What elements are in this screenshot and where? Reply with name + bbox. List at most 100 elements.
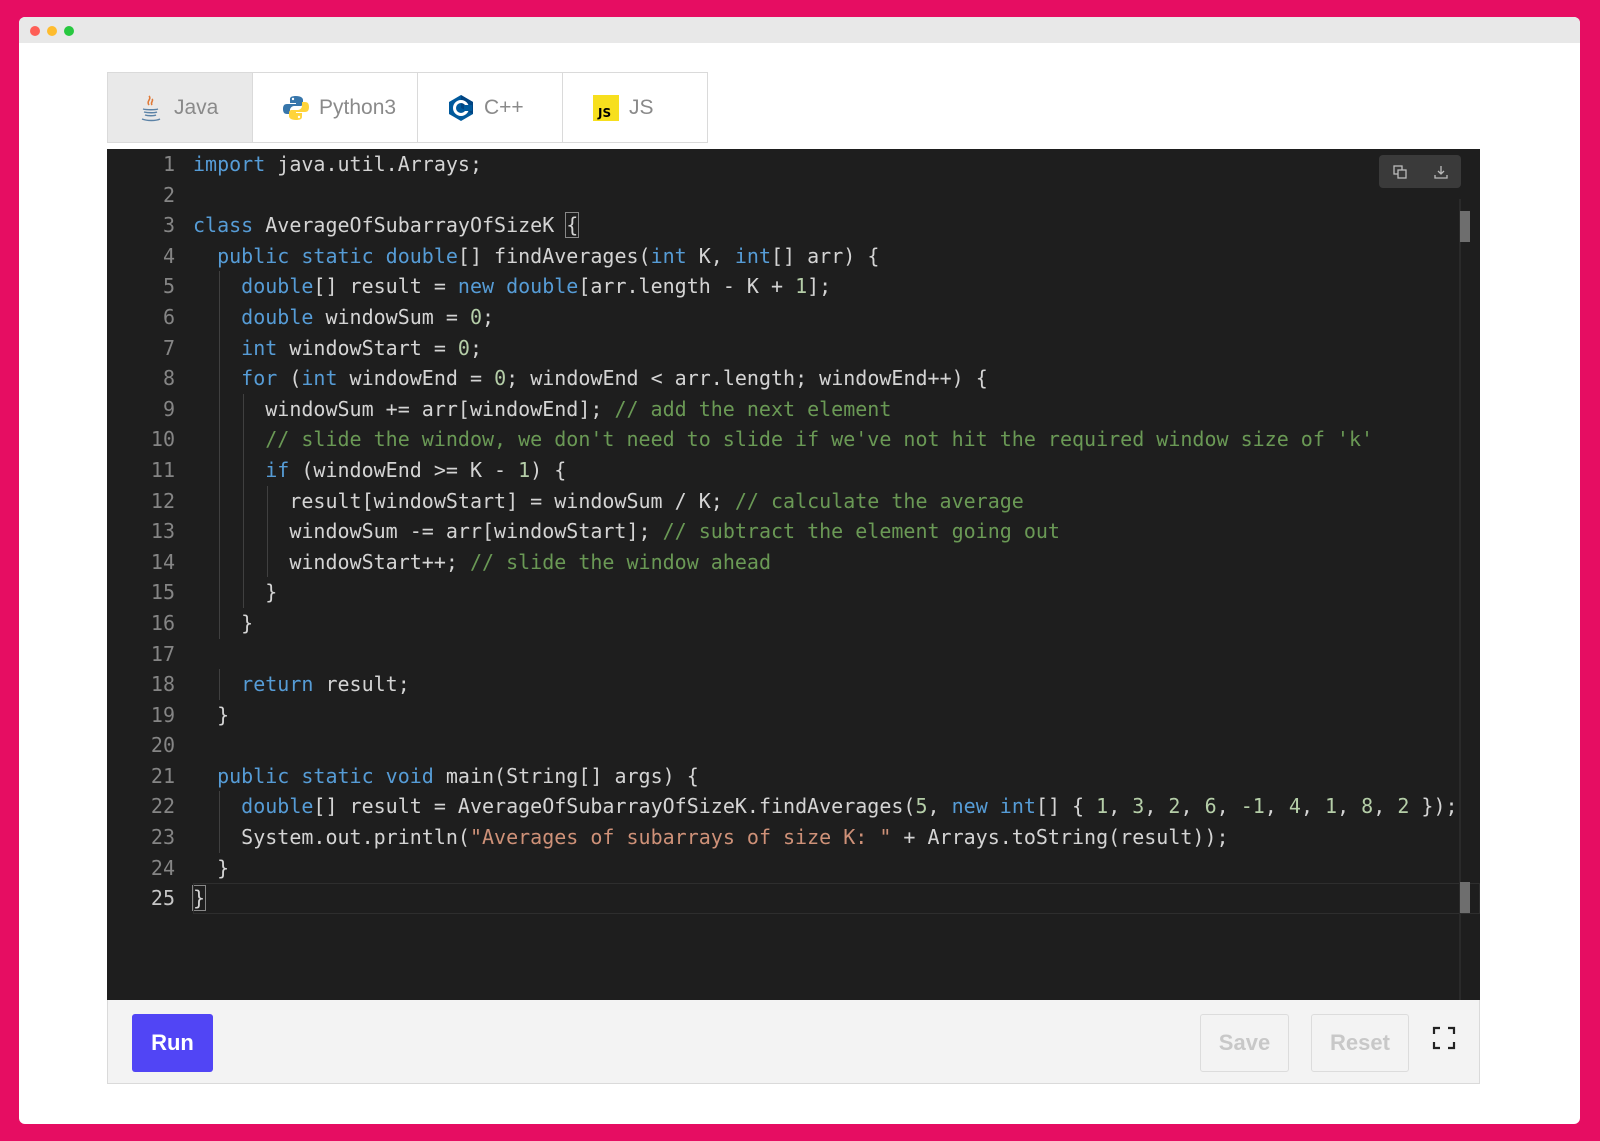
code-line[interactable]: } xyxy=(191,883,1480,914)
tab-cpp[interactable]: C++ xyxy=(417,72,563,143)
code-line[interactable] xyxy=(193,639,1480,670)
code-line[interactable]: result[windowStart] = windowSum / K; // … xyxy=(193,485,1480,517)
maximize-window-icon[interactable] xyxy=(64,26,74,36)
code-token: } xyxy=(193,580,278,605)
code-line[interactable]: if (windowEnd >= K - 1) { xyxy=(193,454,1480,486)
python-icon xyxy=(281,93,311,123)
code-line[interactable]: } xyxy=(193,700,1480,731)
code-line[interactable]: import java.util.Arrays; xyxy=(193,149,1480,180)
code-token: windowStart = xyxy=(277,335,458,360)
indent-guide xyxy=(219,485,221,517)
code-token: [] findAverages( xyxy=(457,243,651,268)
browser-window: Java Python3 C++ JS JS 1 2 3 4 5 6 7 8 9… xyxy=(19,17,1580,1124)
code-token: , xyxy=(1216,794,1241,819)
tab-java[interactable]: Java xyxy=(107,72,253,143)
scrollbar-cursor-marker xyxy=(1460,882,1470,913)
code-comment: // add the next element xyxy=(614,396,892,421)
minimize-window-icon[interactable] xyxy=(47,26,57,36)
code-line[interactable]: } xyxy=(193,853,1480,884)
code-token: , xyxy=(927,794,952,819)
code-line[interactable]: int windowStart = 0; xyxy=(193,332,1480,364)
line-number: 12 xyxy=(150,488,175,513)
code-line[interactable]: System.out.println("Averages of subarray… xyxy=(193,822,1480,853)
code-line[interactable]: public static void main(String[] args) { xyxy=(193,761,1480,792)
code-line[interactable] xyxy=(193,180,1480,211)
code-token: double xyxy=(241,304,314,329)
code-line[interactable]: class AverageOfSubarrayOfSizeK { xyxy=(193,210,1480,241)
line-number: 24 xyxy=(150,855,175,880)
run-button[interactable]: Run xyxy=(132,1014,213,1072)
indent-guide xyxy=(219,454,221,486)
line-number: 8 xyxy=(162,366,175,391)
tab-js[interactable]: JS JS xyxy=(562,72,708,143)
code-token: double xyxy=(241,274,314,299)
code-line[interactable]: public static double[] findAverages(int … xyxy=(193,241,1480,272)
code-line[interactable]: windowSum -= arr[windowStart]; // subtra… xyxy=(193,516,1480,547)
code-line[interactable]: } xyxy=(193,607,1480,639)
code-token: return xyxy=(241,672,314,697)
close-window-icon[interactable] xyxy=(30,26,40,36)
code-token: ( xyxy=(277,366,302,391)
code-line[interactable] xyxy=(193,730,1480,761)
code-line[interactable]: windowSum += arr[windowEnd]; // add the … xyxy=(193,393,1480,425)
code-token: [] result = xyxy=(313,274,458,299)
reset-button[interactable]: Reset xyxy=(1311,1014,1409,1072)
editor-footer: Run Save Reset xyxy=(107,1000,1480,1084)
code-token: int xyxy=(650,243,687,268)
indent-guide xyxy=(219,822,221,853)
line-number: 3 xyxy=(162,213,175,238)
code-token: (windowEnd >= K - xyxy=(289,457,519,482)
language-tabs: Java Python3 C++ JS JS xyxy=(107,72,708,143)
line-number: 18 xyxy=(150,672,175,697)
code-line[interactable]: double[] result = new double[arr.length … xyxy=(193,271,1480,302)
copy-icon[interactable] xyxy=(1389,161,1411,183)
code-editor[interactable]: 1 2 3 4 5 6 7 8 9 10 11 12 13 14 15 16 17 18 19 20 21 22 23 24 2… xyxy=(107,149,1480,1000)
code-line[interactable]: windowStart++; // slide the window ahead xyxy=(193,546,1480,578)
line-number: 14 xyxy=(150,549,175,574)
code-token: result[windowStart] = windowSum / K; xyxy=(193,488,735,513)
line-number: 21 xyxy=(150,763,175,788)
code-token: 2 xyxy=(1397,794,1410,819)
code-token: public static double xyxy=(217,243,458,268)
svg-text:JS: JS xyxy=(597,106,611,120)
scrollbar-thumb[interactable] xyxy=(1460,211,1470,242)
code-token: windowSum = xyxy=(313,304,470,329)
code-line[interactable]: // slide the window, we don't need to sl… xyxy=(193,424,1480,455)
indent-guide xyxy=(219,301,221,333)
code-token: 3 xyxy=(1132,794,1145,819)
tab-label: Java xyxy=(174,95,219,119)
indent-guide xyxy=(243,393,245,425)
code-token: , xyxy=(1264,794,1289,819)
code-token: int xyxy=(241,335,278,360)
code-token: int xyxy=(301,366,338,391)
save-button[interactable]: Save xyxy=(1200,1014,1289,1072)
code-line[interactable]: double[] result = AverageOfSubarrayOfSiz… xyxy=(193,791,1480,823)
code-token: AverageOfSubarrayOfSizeK xyxy=(253,213,567,238)
code-lines[interactable]: import java.util.Arrays; class AverageOfS… xyxy=(191,149,1480,914)
cpp-icon xyxy=(446,93,476,123)
code-line[interactable]: } xyxy=(193,577,1480,608)
download-icon[interactable] xyxy=(1430,161,1452,183)
code-line[interactable]: for (int windowEnd = 0; windowEnd < arr.… xyxy=(193,363,1480,394)
editor-toolbar xyxy=(1379,155,1461,188)
fullscreen-icon[interactable] xyxy=(1432,1026,1456,1050)
java-icon xyxy=(136,93,166,123)
tab-label: Python3 xyxy=(319,95,397,119)
indent-guide xyxy=(267,546,269,578)
code-token: class xyxy=(193,213,254,238)
code-token: }); xyxy=(1409,794,1458,819)
code-token: ; xyxy=(482,304,495,329)
vertical-scrollbar[interactable] xyxy=(1459,199,1461,1000)
tab-python3[interactable]: Python3 xyxy=(252,72,418,143)
code-line[interactable]: return result; xyxy=(193,669,1480,700)
line-number: 9 xyxy=(162,396,175,421)
code-line[interactable]: double windowSum = 0; xyxy=(193,301,1480,333)
code-token: , xyxy=(1108,794,1133,819)
indent-guide xyxy=(219,546,221,578)
indent-guide xyxy=(219,393,221,425)
